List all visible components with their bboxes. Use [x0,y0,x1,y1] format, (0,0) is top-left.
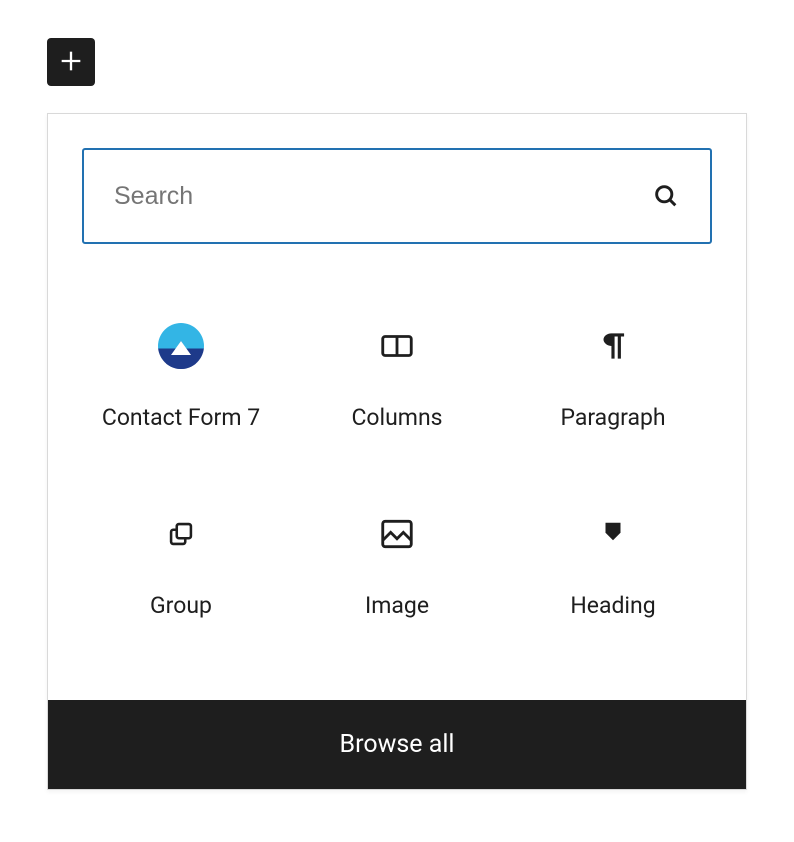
search-input[interactable] [114,182,652,211]
search-box[interactable] [82,148,712,244]
block-label: Paragraph [560,402,665,434]
block-contact-form-7[interactable]: Contact Form 7 [73,284,289,472]
block-columns[interactable]: Columns [289,284,505,472]
contact-form-7-icon [157,322,205,370]
block-inserter-panel: Contact Form 7 Columns Paragraph [47,113,747,790]
group-icon [157,510,205,558]
block-heading[interactable]: Heading [505,472,721,660]
block-label: Contact Form 7 [102,402,260,434]
browse-all-label: Browse all [340,730,455,759]
block-group[interactable]: Group [73,472,289,660]
browse-all-button[interactable]: Browse all [48,700,746,789]
add-block-button[interactable] [47,38,95,86]
block-label: Group [150,590,212,622]
block-paragraph[interactable]: Paragraph [505,284,721,472]
search-container [48,114,746,264]
plus-icon [57,47,85,78]
image-icon [373,510,421,558]
columns-icon [373,322,421,370]
block-label: Image [365,590,429,622]
search-icon [652,182,680,210]
block-image[interactable]: Image [289,472,505,660]
block-label: Heading [570,590,655,622]
paragraph-icon [589,322,637,370]
block-label: Columns [351,402,442,434]
heading-icon [589,510,637,558]
blocks-grid: Contact Form 7 Columns Paragraph [48,264,746,700]
